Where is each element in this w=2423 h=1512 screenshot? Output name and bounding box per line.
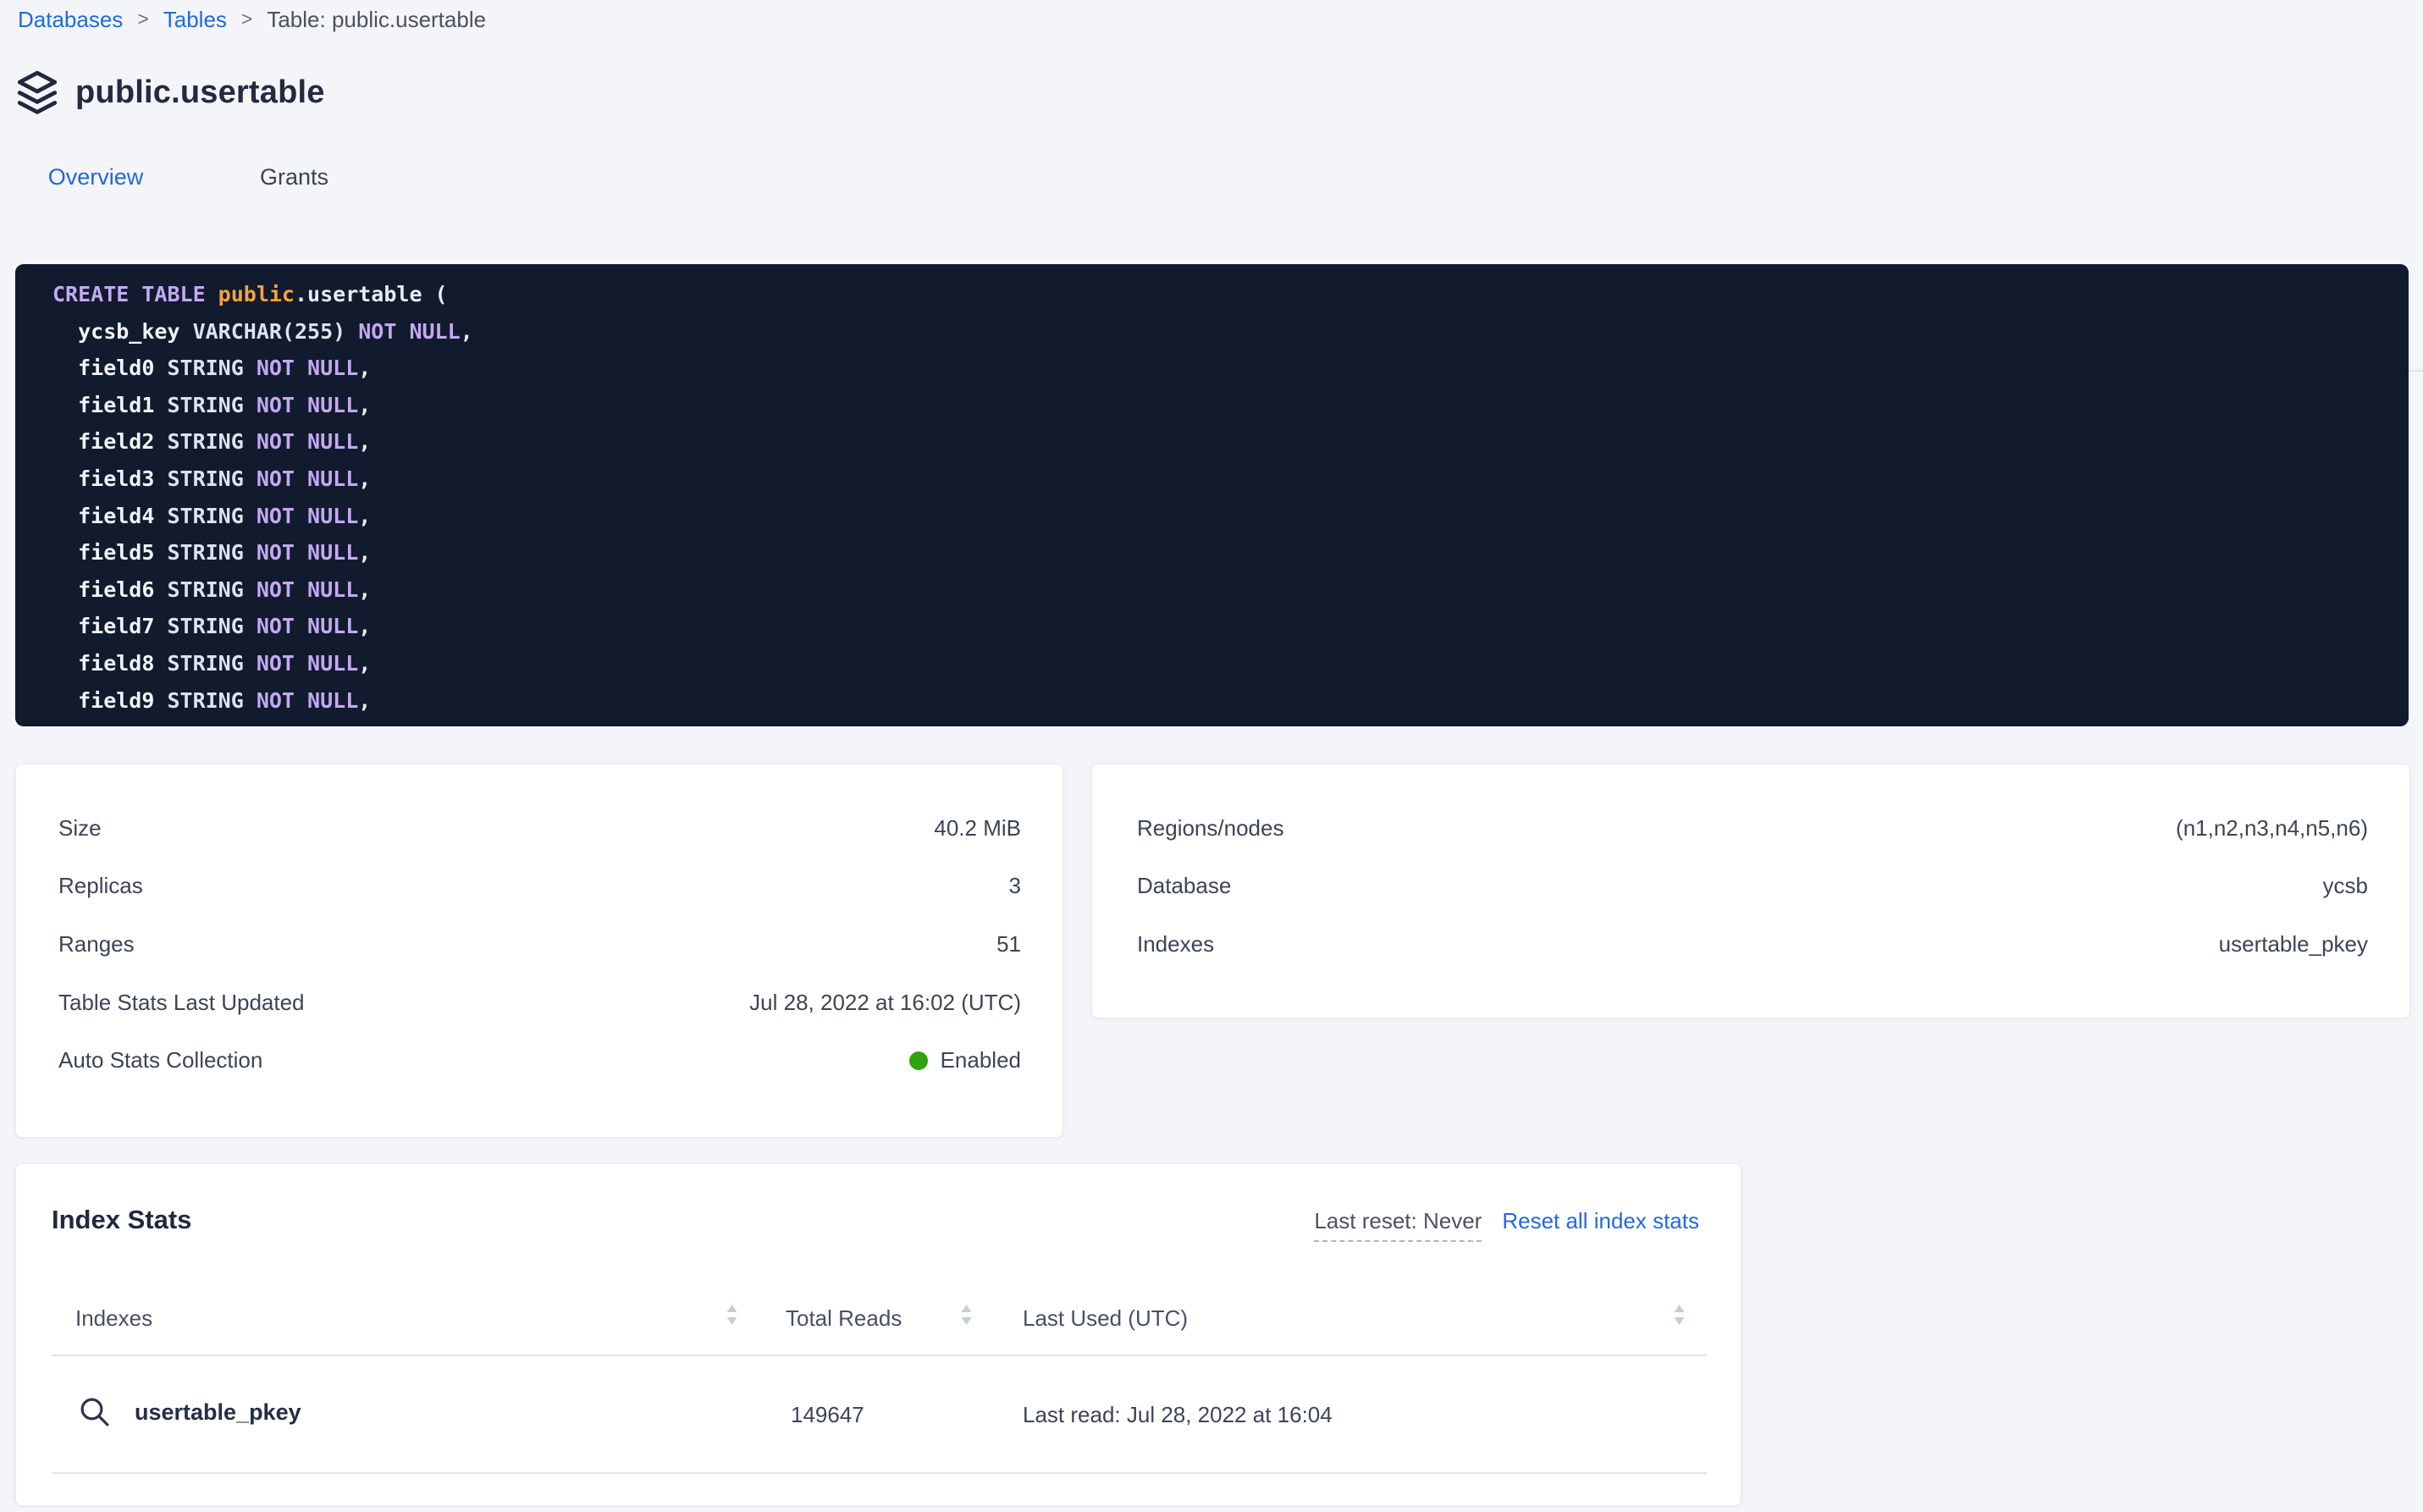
stat-row-indexes: Indexes usertable_pkey (1137, 915, 2368, 974)
green-status-dot (909, 1051, 928, 1070)
index-row-usertable-pkey[interactable]: usertable_pkey (77, 1394, 301, 1430)
tab-overview[interactable]: Overview (15, 164, 176, 190)
create-table-statement: CREATE TABLE public.usertable ( ycsb_key… (15, 264, 2409, 726)
stat-row-database: Database ycsb (1137, 858, 2368, 916)
table-overview-card: Size 40.2 MiB Replicas 3 Ranges 51 Table… (15, 764, 1063, 1138)
index-stats-card: Index Stats Last reset: Never Reset all … (15, 1163, 1741, 1506)
page-title: public.usertable (75, 74, 325, 111)
table-header-divider (52, 1355, 1707, 1356)
reset-index-stats-link[interactable]: Reset all index stats (1502, 1208, 1699, 1234)
stat-row-ranges: Ranges 51 (58, 915, 1021, 974)
stat-row-size: Size 40.2 MiB (58, 799, 1021, 858)
sql-line: field9 STRING NOT NULL, (52, 682, 2409, 720)
sql-line: field1 STRING NOT NULL, (52, 387, 2409, 424)
sql-line: ycsb_key VARCHAR(255) NOT NULL, (52, 313, 2409, 350)
stat-row-regions: Regions/nodes (n1,n2,n3,n4,n5,n6) (1137, 799, 2368, 858)
chevron-right-icon: > (241, 8, 252, 30)
sort-arrows-icon[interactable] (1672, 1302, 1686, 1327)
sql-line: field0 STRING NOT NULL, (52, 350, 2409, 387)
chevron-right-icon: > (137, 8, 148, 30)
column-header-indexes[interactable]: Indexes (75, 1305, 152, 1332)
sql-line: field3 STRING NOT NULL, (52, 461, 2409, 498)
index-total-reads: 149647 (791, 1402, 864, 1428)
index-stats-title: Index Stats (52, 1205, 191, 1235)
column-header-total-reads[interactable]: Total Reads (786, 1305, 902, 1332)
table-row-divider (52, 1472, 1707, 1474)
sql-line: CREATE TABLE public.usertable ( (52, 276, 2409, 313)
sql-line: field6 STRING NOT NULL, (52, 571, 2409, 609)
breadcrumb-tables[interactable]: Tables (163, 7, 227, 33)
column-header-last-used[interactable]: Last Used (UTC) (1023, 1305, 1188, 1332)
sql-line: field4 STRING NOT NULL, (52, 498, 2409, 535)
breadcrumb: Databases > Tables > Table: public.usert… (18, 7, 486, 33)
sql-line: field5 STRING NOT NULL, (52, 534, 2409, 571)
stat-row-auto-stats: Auto Stats Collection Enabled (58, 1031, 1021, 1090)
index-last-used: Last read: Jul 28, 2022 at 16:04 (1023, 1402, 1333, 1428)
page-title-bar: public.usertable (15, 69, 325, 115)
status-badge: Enabled (941, 1047, 1021, 1073)
tab-bar: Overview Grants (0, 159, 2423, 213)
table-details-page: Databases > Tables > Table: public.usert… (0, 0, 2423, 1512)
sort-arrows-icon[interactable] (725, 1302, 739, 1327)
sort-arrows-icon[interactable] (959, 1302, 974, 1327)
sql-line: field2 STRING NOT NULL, (52, 423, 2409, 461)
table-meta-card: Regions/nodes (n1,n2,n3,n4,n5,n6) Databa… (1091, 764, 2410, 1018)
tab-grants[interactable]: Grants (216, 164, 373, 190)
last-reset-label[interactable]: Last reset: Never (1314, 1208, 1482, 1242)
sql-line: field7 STRING NOT NULL, (52, 608, 2409, 645)
breadcrumb-current: Table: public.usertable (267, 7, 486, 33)
stat-row-replicas: Replicas 3 (58, 858, 1021, 916)
index-stats-controls: Last reset: Never Reset all index stats (1314, 1208, 1699, 1242)
sql-line: field8 STRING NOT NULL, (52, 645, 2409, 682)
table-layers-icon (15, 69, 59, 115)
magnifier-icon (77, 1394, 113, 1430)
breadcrumb-databases[interactable]: Databases (18, 7, 123, 33)
stat-row-stats-updated: Table Stats Last Updated Jul 28, 2022 at… (58, 974, 1021, 1032)
